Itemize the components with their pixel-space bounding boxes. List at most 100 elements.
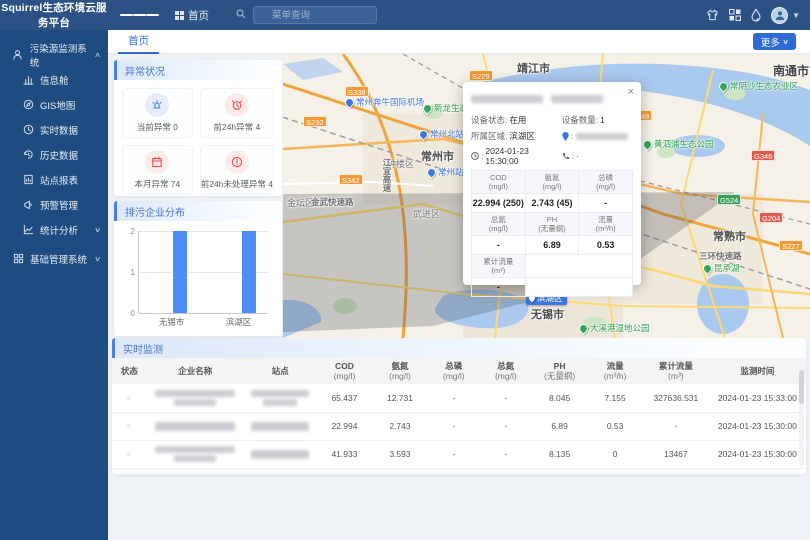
road-badge: S338 [345, 86, 369, 97]
station-redacted [244, 412, 317, 440]
metric-value: 2.743 (45) [525, 194, 579, 213]
stat-card-label: 当前异常 0 [137, 121, 178, 133]
table-cell: - [480, 440, 532, 468]
popup-metrics-table: COD(mg/l)氨氮(mg/l)总磷(mg/l)22.994 (250)2.7… [471, 170, 633, 297]
user-avatar[interactable] [771, 7, 788, 24]
table-cell: - [428, 412, 480, 440]
alarm-clock-icon [231, 99, 243, 111]
map-label-poi-green: 黄泗浦生态公园 [643, 138, 714, 150]
table-row[interactable]: 65.43712.731--8.0457.155327636.5312024-0… [112, 384, 806, 412]
sidebar-item-3[interactable]: 实时数据 [0, 117, 108, 142]
flame-icon[interactable] [751, 9, 761, 22]
map-label-road: 江宜高速 [381, 158, 393, 192]
hamburger-menu-icon[interactable] [120, 12, 159, 18]
map-label-district: 金坛区 [287, 196, 314, 209]
compass-icon [23, 99, 34, 110]
monitor-panel-title: 实时监测 [112, 338, 806, 358]
column-header: 状态 [112, 358, 147, 384]
column-header: 总氮(mg/l) [480, 358, 532, 384]
metric-header: 氨氮(mg/l) [525, 171, 579, 194]
tab-bar: 首页 更多∨ [108, 30, 810, 54]
column-header: 氨氮(mg/l) [372, 358, 428, 384]
search-input[interactable] [253, 6, 377, 24]
layout-icon[interactable] [729, 9, 741, 21]
column-header: 监测时间 [709, 358, 806, 384]
top-bar: Squirrel生态环境云服务平台 首页 ▼ [0, 0, 810, 30]
x-axis-label: 无锡市 [138, 316, 205, 328]
device-count-field: 设备数量:1 [562, 114, 633, 126]
more-button[interactable]: 更多∨ [753, 33, 796, 50]
table-cell: 13467 [643, 440, 709, 468]
stat-card-label: 前24h异常 4 [213, 121, 260, 133]
sidebar-item-label: 预警管理 [40, 198, 78, 212]
sidebar-item-label: GIS地图 [40, 98, 75, 112]
bar-无锡市 [173, 231, 187, 313]
table-cell: 0.53 [587, 412, 643, 440]
realtime-monitor-panel: 实时监测 状态企业名称站点COD(mg/l)氨氮(mg/l)总磷(mg/l)总氮… [112, 338, 806, 474]
tab-home[interactable]: 首页 [118, 30, 159, 54]
table-cell: 6.89 [532, 412, 588, 440]
column-header: 累计流量(m³) [643, 358, 709, 384]
table-row[interactable]: 41.9333.593--8.1350134672024-01-23 15:30… [112, 440, 806, 468]
sidebar-item-label: 实时数据 [40, 123, 78, 137]
map-label-poi-blue: 常州站 [427, 166, 464, 178]
table-row[interactable]: 22.9942.743--6.890.53-2024-01-23 15:30:0… [112, 412, 806, 440]
stat-card-2[interactable]: 本月异常 74 [122, 145, 193, 195]
table-cell: - [428, 384, 480, 412]
map-label-city: 常州市 [421, 148, 454, 164]
table-cell: 0 [587, 440, 643, 468]
metric-header: 累计流量(m³) [472, 255, 526, 278]
report-icon [23, 174, 34, 185]
sidebar-item-7[interactable]: 统计分析∨ [0, 217, 108, 242]
road-badge: S342 [339, 174, 363, 185]
warning-icon [23, 199, 34, 210]
popup-close-icon[interactable]: × [628, 86, 634, 98]
sidebar-item-4[interactable]: 历史数据 [0, 142, 108, 167]
table-scrollbar[interactable] [799, 370, 804, 466]
popup-title-redacted [471, 90, 633, 108]
sidebar-item-label: 历史数据 [40, 148, 78, 162]
metric-value: 0.53 [579, 236, 633, 255]
column-header: 企业名称 [147, 358, 244, 384]
map-label-poi-green: 昆承湖 [703, 262, 740, 274]
region-field: 所属区域:滨湖区 [471, 130, 562, 142]
clock-icon [471, 152, 479, 160]
table-cell: 2024-01-23 15:30:00 [709, 440, 806, 468]
map-label-poi-green: 常阴沙生态农业区 [719, 80, 798, 92]
stat-card-3[interactable]: 前24h未处理异常 4 [200, 145, 274, 195]
map-label-poi-green: 大溪港湿地公园 [579, 322, 650, 334]
user-caret-down-icon[interactable]: ▼ [792, 11, 800, 20]
stat-card-1[interactable]: 前24h异常 4 [200, 88, 274, 138]
sidebar-item-label: 站点报表 [40, 173, 78, 187]
stat-card-0[interactable]: 当前异常 0 [122, 88, 193, 138]
table-cell: - [428, 440, 480, 468]
sidebar-item-8[interactable]: 基础管理系统∨ [0, 246, 108, 271]
chevron-down-icon: ∨ [94, 255, 101, 263]
sidebar-item-2[interactable]: GIS地图 [0, 92, 108, 117]
table-cell: - [643, 412, 709, 440]
metric-value: - [472, 236, 526, 255]
device-status-field: 设备状态:在用 [471, 114, 562, 126]
phone-icon [562, 152, 570, 160]
map-label-city-lg: 南通市 [773, 62, 809, 79]
map-canvas[interactable]: 靖江市南通市常州市常熟市无锡市钟楼区金坛区武进区金武快速路三环快速路江宜高速黄泗… [283, 54, 810, 338]
nav-home-label: 首页 [188, 8, 209, 23]
map-label-city: 靖江市 [517, 60, 550, 76]
table-cell: - [480, 384, 532, 412]
road-badge: G524 [717, 194, 741, 205]
theme-skin-icon[interactable] [706, 9, 719, 21]
table-cell: 65.437 [317, 384, 373, 412]
table-cell: 3.593 [372, 440, 428, 468]
abnormal-status-panel: 异常状况 当前异常 0 前24h异常 4 本月异常 74 前24h未处理异常 4 [114, 60, 282, 196]
sidebar-item-5[interactable]: 站点报表 [0, 167, 108, 192]
sidebar-item-6[interactable]: 预警管理 [0, 192, 108, 217]
stat-card-label: 本月异常 74 [134, 178, 180, 190]
metric-value: 6.89 [525, 236, 579, 255]
dashboard-icon [23, 74, 34, 85]
sidebar-item-0[interactable]: 污染源监测系统∧ [0, 42, 108, 67]
chevron-up-icon: ∧ [94, 51, 101, 59]
sidebar-item-1[interactable]: 信息舱 [0, 67, 108, 92]
nav-home[interactable]: 首页 [175, 8, 209, 23]
sidebar-item-label: 统计分析 [40, 223, 78, 237]
metric-value: - [472, 278, 526, 297]
